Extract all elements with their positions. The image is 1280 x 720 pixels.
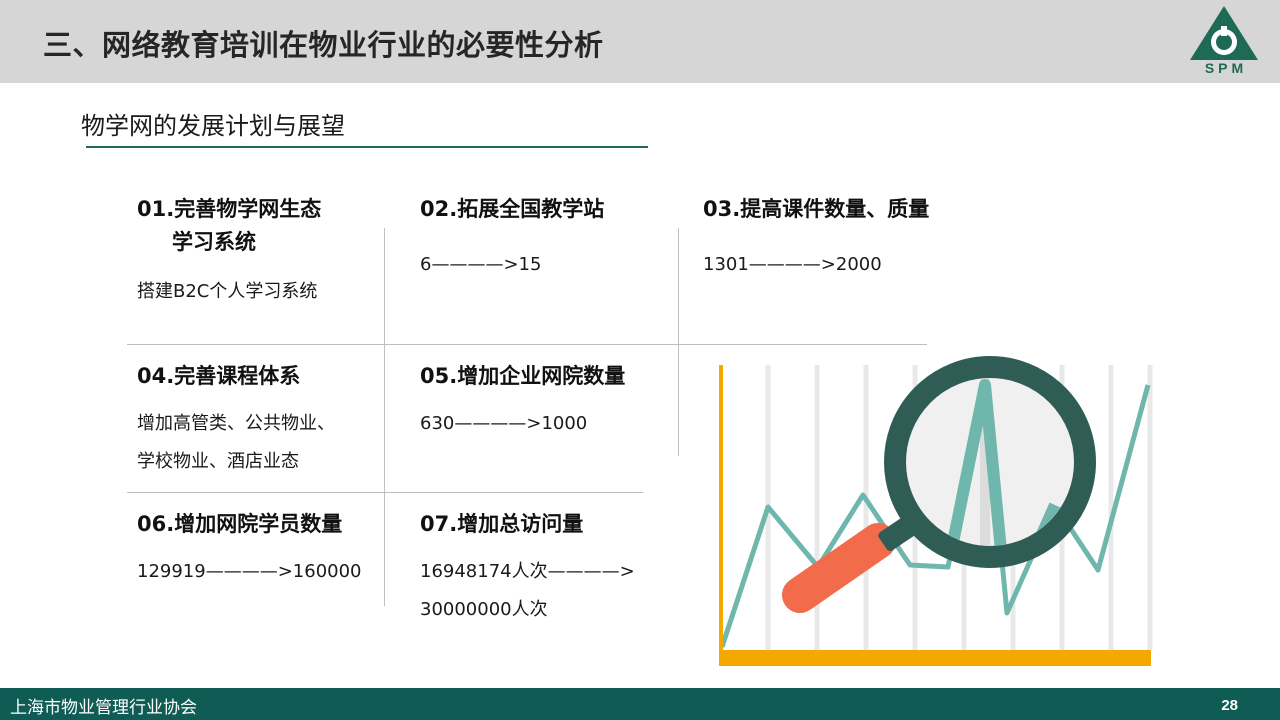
plan-item-06: 06.增加网院学员数量 129919————>160000 bbox=[137, 508, 362, 591]
grid-divider bbox=[384, 228, 385, 606]
plan-item-title: 01.完善物学网生态 bbox=[137, 197, 322, 221]
plan-item-desc: 学校物业、酒店业态 bbox=[137, 451, 299, 472]
slide-header: 三、网络教育培训在物业行业的必要性分析 SPM bbox=[0, 0, 1280, 83]
plan-item-03: 03.提高课件数量、质量 1301————>2000 bbox=[703, 193, 929, 284]
plan-item-desc: 16948174人次————> bbox=[420, 561, 635, 582]
plan-item-02: 02.拓展全国教学站 6————>15 bbox=[420, 193, 604, 284]
plan-item-title: 07.增加总访问量 bbox=[420, 512, 584, 536]
plan-item-desc: 30000000人次 bbox=[420, 599, 548, 620]
plan-item-desc: 1301————>2000 bbox=[703, 254, 882, 275]
plan-item-title: 06.增加网院学员数量 bbox=[137, 512, 343, 536]
plan-item-desc: 129919————>160000 bbox=[137, 561, 362, 582]
grid-divider bbox=[678, 228, 679, 456]
section-subtitle: 物学网的发展计划与展望 bbox=[81, 112, 345, 140]
plan-item-title: 05.增加企业网院数量 bbox=[420, 364, 626, 388]
chart-y-axis bbox=[719, 365, 723, 665]
page-number: 28 bbox=[1221, 697, 1238, 714]
plan-item-desc: 增加高管类、公共物业、 bbox=[137, 413, 335, 434]
plan-item-title: 02.拓展全国教学站 bbox=[420, 197, 605, 221]
plan-item-01: 01.完善物学网生态 学习系统 搭建B2C个人学习系统 bbox=[137, 193, 321, 311]
plan-item-title: 学习系统 bbox=[172, 230, 256, 254]
plan-item-07: 07.增加总访问量 16948174人次————> 30000000人次 bbox=[420, 508, 635, 629]
magnifier-over-line-chart-icon bbox=[719, 356, 1153, 666]
plan-item-05: 05.增加企业网院数量 630————>1000 bbox=[420, 360, 625, 443]
plan-item-desc: 630————>1000 bbox=[420, 413, 588, 434]
grid-divider bbox=[127, 492, 643, 493]
slide-footer: 上海市物业管理行业协会 28 bbox=[0, 688, 1280, 720]
plan-item-04: 04.完善课程体系 增加高管类、公共物业、 学校物业、酒店业态 bbox=[137, 360, 335, 481]
subtitle-underline bbox=[86, 146, 648, 148]
logo-text: SPM bbox=[1204, 60, 1248, 76]
plan-item-title: 04.完善课程体系 bbox=[137, 364, 301, 388]
chart-x-axis bbox=[719, 650, 1151, 666]
plan-item-title: 03.提高课件数量、质量 bbox=[703, 197, 930, 221]
plan-item-desc: 搭建B2C个人学习系统 bbox=[137, 281, 318, 302]
plan-item-desc: 6————>15 bbox=[420, 254, 542, 275]
footer-organization: 上海市物业管理行业协会 bbox=[10, 698, 197, 718]
grid-divider bbox=[127, 344, 927, 345]
magnifier-icon bbox=[782, 356, 1096, 613]
slide-title: 三、网络教育培训在物业行业的必要性分析 bbox=[43, 28, 604, 62]
